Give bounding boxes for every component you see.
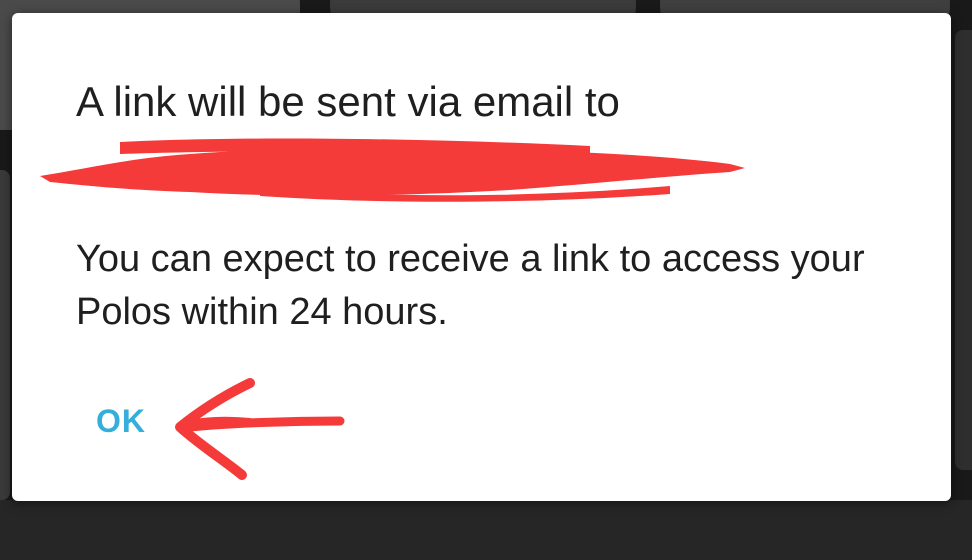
background-tile bbox=[955, 30, 972, 470]
background-tile bbox=[0, 170, 10, 500]
email-link-dialog: A link will be sent via email to You can… bbox=[12, 13, 951, 501]
redaction-scribble bbox=[40, 138, 745, 202]
arrow-annotation-icon bbox=[175, 378, 345, 480]
dialog-title: A link will be sent via email to bbox=[76, 78, 620, 125]
ok-button[interactable]: OK bbox=[86, 397, 156, 446]
background-tile bbox=[0, 500, 972, 560]
dialog-message: You can expect to receive a link to acce… bbox=[76, 238, 865, 333]
